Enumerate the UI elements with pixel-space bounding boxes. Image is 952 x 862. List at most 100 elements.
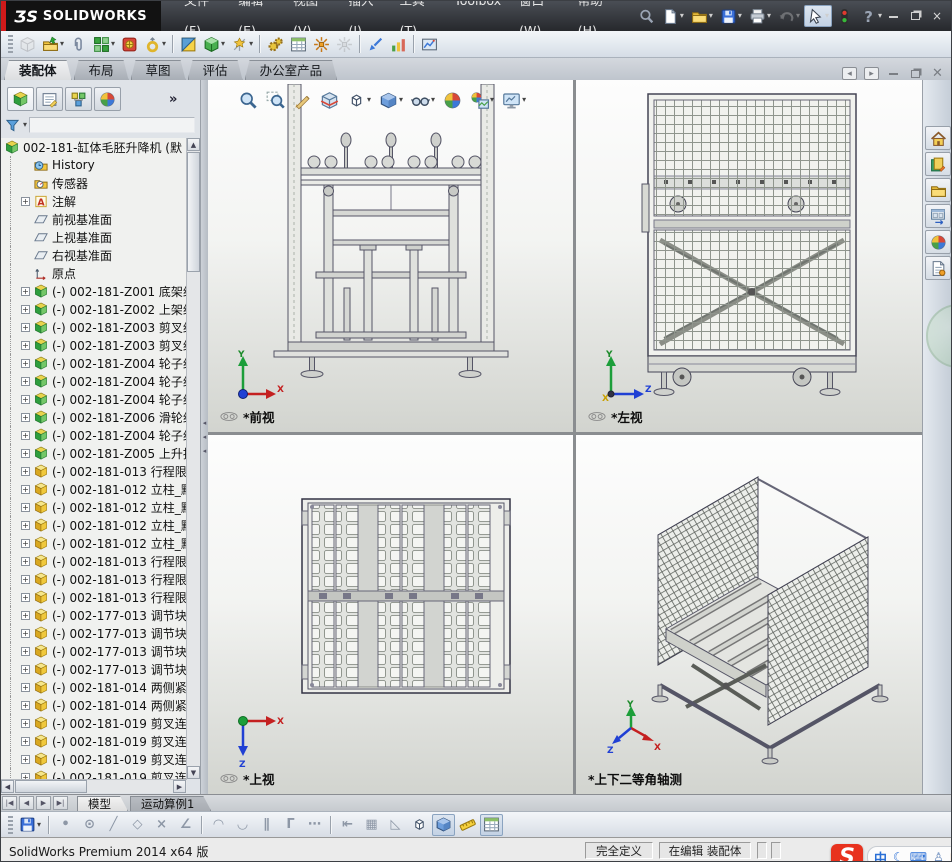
sketch-arc-tangent-button[interactable]: ◡: [231, 814, 254, 836]
dropdown-arrow[interactable]: ▾: [37, 820, 41, 829]
tree-item[interactable]: + (-) 002-181-013 行程限位: [1, 570, 187, 588]
scroll-thumb[interactable]: [187, 152, 200, 272]
expand-icon[interactable]: +: [21, 412, 30, 422]
sketch-line-button[interactable]: ╱: [102, 814, 125, 836]
ime-icon-0[interactable]: ☾: [893, 851, 904, 861]
expand-icon[interactable]: +: [21, 484, 30, 494]
dropdown-arrow[interactable]: ▾: [431, 96, 435, 104]
panel-splitter[interactable]: ◂ ◂ ◂: [201, 80, 208, 794]
expand-icon[interactable]: +: [21, 736, 30, 746]
dropdown-arrow[interactable]: ▾: [878, 12, 882, 20]
edit-component-button[interactable]: [16, 33, 39, 55]
section-view-button[interactable]: [317, 88, 342, 112]
tree-item[interactable]: + (-) 002-181-019 剪叉连接: [1, 714, 187, 732]
dropdown-arrow[interactable]: ▾: [399, 96, 403, 104]
angle-snap-button[interactable]: ◺: [384, 814, 407, 836]
dropdown-arrow[interactable]: ▾: [367, 96, 371, 104]
expand-icon[interactable]: +: [21, 376, 30, 386]
appearances-scenes-tab[interactable]: [925, 230, 951, 254]
viewport-front[interactable]: Y X *前视: [208, 80, 573, 432]
scroll-up-arrow[interactable]: ▲: [187, 138, 200, 151]
dropdown-arrow[interactable]: ▾: [490, 96, 494, 104]
interrupt-button[interactable]: [833, 5, 856, 27]
solidworks-resources-tab[interactable]: [925, 126, 951, 150]
dropdown-arrow[interactable]: ▾: [767, 12, 771, 20]
tree-item[interactable]: + (-) 002-181-Z001 底架组: [1, 282, 187, 300]
dropdown-arrow[interactable]: ▾: [738, 12, 742, 20]
viewport-vertical-splitter[interactable]: [573, 80, 576, 794]
select-cursor-button[interactable]: ▾: [803, 5, 832, 27]
tree-item[interactable]: + (-) 002-181-Z004 轮子组: [1, 390, 187, 408]
command-tab-4[interactable]: 办公室产品: [245, 60, 338, 80]
expand-icon[interactable]: +: [21, 502, 30, 512]
edit-appearance-button[interactable]: [440, 88, 465, 112]
tree-horizontal-scrollbar[interactable]: ◀ ▶: [1, 779, 187, 793]
sketch-circle-button[interactable]: ⊙: [78, 814, 101, 836]
assembly-visualization-button[interactable]: [387, 33, 410, 55]
viewport-isometric[interactable]: Y X Z *上下二等角轴测: [576, 435, 922, 794]
dropdown-arrow[interactable]: ▾: [680, 12, 684, 20]
help-button[interactable]: ? ▾: [857, 5, 885, 27]
hide-show-items-button[interactable]: ▾: [408, 88, 438, 112]
dropdown-arrow[interactable]: ▾: [796, 12, 800, 20]
ime-icon-2[interactable]: ♙: [933, 851, 944, 861]
next-tab-button[interactable]: ▶: [36, 796, 51, 810]
expand-icon[interactable]: +: [21, 358, 30, 368]
expand-icon[interactable]: +: [21, 538, 30, 548]
filter-field[interactable]: [29, 117, 195, 133]
apply-scene-button[interactable]: ▾: [467, 88, 497, 112]
design-library-tab[interactable]: [925, 152, 951, 176]
sketch-angle-button[interactable]: ∠: [174, 814, 197, 836]
assembly-features-button[interactable]: ▾: [200, 33, 228, 55]
expand-icon[interactable]: +: [21, 556, 30, 566]
show-hidden-components-button[interactable]: [177, 33, 200, 55]
tree-item[interactable]: + (-) 002-181-019 剪叉连接: [1, 732, 187, 750]
view-settings-button[interactable]: ▾: [499, 88, 529, 112]
tree-item[interactable]: 传感器: [1, 174, 187, 192]
tree-item[interactable]: + (-) 002-181-Z006 滑轮组: [1, 408, 187, 426]
tree-item[interactable]: + (-) 002-181-014 两侧紧固: [1, 678, 187, 696]
linear-component-pattern-button[interactable]: ▾: [90, 33, 118, 55]
file-explorer-tab[interactable]: [925, 178, 951, 202]
sketch-parallel-button[interactable]: ∥: [255, 814, 278, 836]
expand-icon[interactable]: +: [21, 718, 30, 728]
last-tab-button[interactable]: ▶|: [53, 796, 68, 810]
tree-item[interactable]: + (-) 002-177-013 调节块<: [1, 624, 187, 642]
minimize-button[interactable]: [885, 9, 901, 23]
expand-icon[interactable]: +: [21, 610, 30, 620]
dropdown-arrow[interactable]: ▾: [522, 96, 526, 104]
expand-icon[interactable]: +: [21, 340, 30, 350]
document-close-button[interactable]: ✕: [930, 67, 945, 80]
tree-item[interactable]: + A 注解: [1, 192, 187, 210]
sketch-cross-button[interactable]: ×: [150, 814, 173, 836]
first-tab-button[interactable]: |◀: [2, 796, 17, 810]
dimension-button[interactable]: ⇤: [336, 814, 359, 836]
expand-icon[interactable]: +: [21, 196, 30, 206]
tree-item[interactable]: + (-) 002-181-019 剪叉连接: [1, 768, 187, 779]
expand-icon[interactable]: +: [21, 430, 30, 440]
save-button[interactable]: ▾: [717, 5, 745, 27]
ime-language-indicator[interactable]: 中: [874, 848, 887, 862]
display-style-button[interactable]: ▾: [376, 88, 406, 112]
sketch-polygon-button[interactable]: ◇: [126, 814, 149, 836]
interference-detection-button[interactable]: [364, 33, 387, 55]
tree-item[interactable]: + (-) 002-181-012 立柱_默: [1, 498, 187, 516]
command-tab-3[interactable]: 评估: [188, 60, 243, 80]
tree-vertical-scrollbar[interactable]: ▲ ▼: [186, 138, 200, 779]
panel-tabs-overflow[interactable]: »: [169, 92, 177, 107]
expand-icon[interactable]: +: [21, 664, 30, 674]
expand-icon[interactable]: +: [21, 682, 30, 692]
shaded-display-button[interactable]: [432, 813, 456, 836]
view-orientation-button[interactable]: ▾: [344, 88, 374, 112]
filter-icon[interactable]: [5, 118, 20, 133]
save-button[interactable]: ▾: [16, 814, 44, 836]
tree-item[interactable]: + (-) 002-181-014 两侧紧固: [1, 696, 187, 714]
tree-item[interactable]: + (-) 002-181-012 立柱_默: [1, 516, 187, 534]
expand-icon[interactable]: +: [21, 466, 30, 476]
tree-item[interactable]: 原点: [1, 264, 187, 282]
expand-icon[interactable]: +: [21, 574, 30, 584]
command-tab-0[interactable]: 装配体: [4, 60, 72, 80]
toolbar-grip[interactable]: [8, 35, 13, 53]
exploded-view-button[interactable]: [310, 33, 333, 55]
dropdown-arrow[interactable]: ▾: [60, 40, 64, 48]
